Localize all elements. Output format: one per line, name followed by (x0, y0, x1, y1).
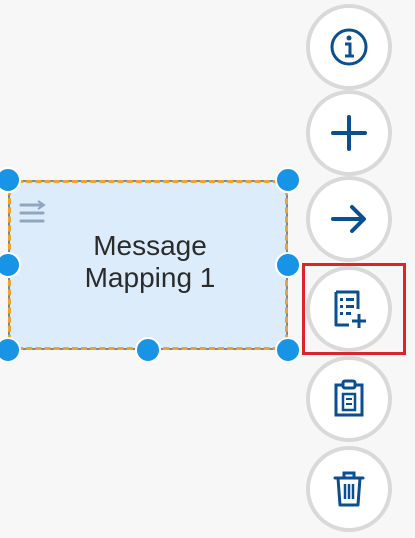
info-icon (330, 28, 368, 66)
clipboard-icon (334, 379, 364, 417)
node-label-line-2: Mapping 1 (84, 262, 216, 293)
resize-handle-bottom-center[interactable] (135, 337, 161, 363)
delete-button[interactable] (306, 446, 392, 532)
plus-icon (331, 115, 367, 151)
info-button[interactable] (306, 4, 392, 90)
paste-button[interactable] (306, 356, 392, 442)
arrow-right-icon (331, 205, 366, 233)
add-button[interactable] (306, 90, 392, 176)
resize-handle-bottom-left[interactable] (0, 337, 21, 363)
node-label-line-1: Message (93, 230, 207, 261)
resize-handle-bottom-right[interactable] (275, 337, 301, 363)
resize-handle-middle-right[interactable] (275, 252, 301, 278)
highlight-box (302, 263, 406, 355)
mapping-lines-icon (19, 200, 46, 223)
resize-handle-top-right[interactable] (275, 167, 301, 193)
node-label: Message Mapping 1 (60, 230, 240, 294)
connect-button[interactable] (306, 176, 392, 262)
trash-icon (333, 471, 365, 507)
